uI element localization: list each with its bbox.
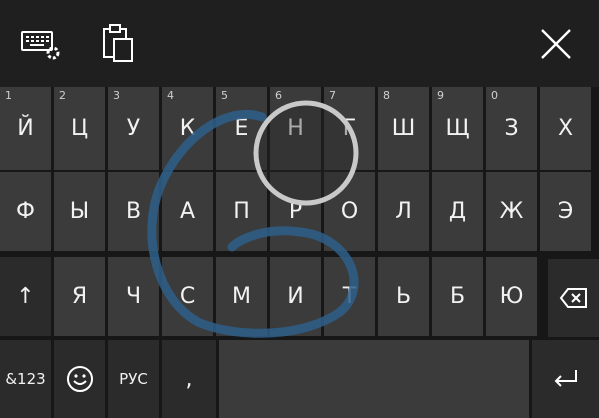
symbols-key[interactable]: &123	[0, 340, 51, 418]
letter-key[interactable]: 2Ц	[54, 87, 105, 170]
letter-key[interactable]: Ж	[486, 172, 537, 251]
key-label: А	[179, 199, 196, 224]
letter-key[interactable]: 6Н	[270, 87, 321, 170]
key-number-hint: 2	[59, 89, 66, 102]
letter-key[interactable]: 8Ш	[378, 87, 429, 170]
letter-key[interactable]: Ф	[0, 172, 51, 251]
letter-key[interactable]: 4К	[162, 87, 213, 170]
letter-key[interactable]: Т	[324, 257, 375, 336]
letter-key[interactable]: И	[270, 257, 321, 336]
key-label: У	[126, 116, 141, 141]
key-label: Щ	[445, 116, 470, 141]
key-label: К	[179, 116, 196, 141]
letter-key[interactable]: 5Е	[216, 87, 267, 170]
key-label: Н	[287, 116, 304, 141]
close-icon	[541, 29, 571, 59]
comma-key[interactable]: ,	[162, 340, 216, 418]
key-number-hint: 7	[329, 89, 336, 102]
key-label: В	[125, 199, 142, 224]
letter-key[interactable]: Я	[54, 257, 105, 336]
key-label: Р	[288, 199, 303, 224]
keyboard-settings-button[interactable]	[18, 22, 66, 66]
key-label: Х	[557, 116, 574, 141]
letter-key[interactable]: Ы	[54, 172, 105, 251]
letter-key[interactable]: С	[162, 257, 213, 336]
letter-key[interactable]: 1Й	[0, 87, 51, 170]
keyboard-settings-icon	[21, 31, 60, 60]
key-number-hint: 6	[275, 89, 282, 102]
letter-key[interactable]: 3У	[108, 87, 159, 170]
letter-key[interactable]: 9Щ	[432, 87, 483, 170]
clipboard-button[interactable]	[96, 22, 140, 66]
enter-key[interactable]	[532, 340, 599, 418]
key-label: Э	[557, 199, 574, 224]
letter-key[interactable]: Д	[432, 172, 483, 251]
letter-key[interactable]: Б	[432, 257, 483, 336]
key-label: Б	[449, 284, 466, 309]
key-label: О	[340, 199, 359, 224]
clipboard-icon	[103, 24, 133, 62]
letter-key[interactable]: О	[324, 172, 375, 251]
key-number-hint: 9	[437, 89, 444, 102]
letter-key[interactable]: Э	[540, 172, 591, 251]
key-label: Т	[342, 284, 357, 309]
key-label: Ш	[391, 116, 416, 141]
close-button[interactable]	[532, 22, 580, 66]
key-label: Е	[234, 116, 249, 141]
key-label: Л	[395, 199, 412, 224]
key-label: Я	[71, 284, 88, 309]
emoji-key[interactable]	[54, 340, 105, 418]
key-number-hint: 8	[383, 89, 390, 102]
letter-key[interactable]: 7Г	[324, 87, 375, 170]
keyboard-toolbar	[0, 0, 599, 87]
key-label: ↑	[16, 284, 35, 309]
key-label: З	[504, 116, 519, 141]
key-label: Й	[17, 116, 34, 141]
key-label: Ь	[395, 284, 412, 309]
emoji-icon	[66, 366, 93, 392]
key-label: Ц	[70, 116, 89, 141]
letter-key[interactable]: П	[216, 172, 267, 251]
letter-key[interactable]: Х	[540, 87, 591, 170]
key-label: И	[287, 284, 304, 309]
key-label: Ж	[499, 199, 524, 224]
shift-key[interactable]: ↑	[0, 257, 51, 336]
language-label: РУС	[119, 370, 148, 388]
key-number-hint: 3	[113, 89, 120, 102]
backspace-key[interactable]	[548, 259, 599, 337]
key-label: Ы	[69, 199, 90, 224]
comma-label: ,	[185, 366, 193, 392]
key-number-hint: 1	[5, 89, 12, 102]
key-label: П	[233, 199, 250, 224]
letter-key[interactable]: М	[216, 257, 267, 336]
key-label: М	[232, 284, 251, 309]
keyboard: 1 Й 2 Ц 3 У 4 К 5 Е 6 Н 7 Г 8 Ш 9 Щ 0 З Х Ф Ы В А П Р О Л Д Ж Э ↑ Я Ч С М И Т Ь…	[0, 87, 599, 418]
letter-key[interactable]: Л	[378, 172, 429, 251]
enter-icon	[554, 370, 577, 387]
key-label: Ч	[125, 284, 142, 309]
letter-key[interactable]: 0З	[486, 87, 537, 170]
letter-key[interactable]: А	[162, 172, 213, 251]
space-key[interactable]	[219, 340, 529, 418]
key-number-hint: 4	[167, 89, 174, 102]
letter-key[interactable]: Р	[270, 172, 321, 251]
key-number-hint: 0	[491, 89, 498, 102]
letter-key[interactable]: Ь	[378, 257, 429, 336]
key-label: Ю	[499, 284, 524, 309]
key-label: Д	[448, 199, 467, 224]
key-label: С	[179, 284, 196, 309]
letter-key[interactable]: В	[108, 172, 159, 251]
letter-key[interactable]: Ч	[108, 257, 159, 336]
symbols-label: &123	[5, 370, 46, 388]
backspace-icon	[559, 288, 587, 308]
key-label: Г	[342, 116, 357, 141]
key-number-hint: 5	[221, 89, 228, 102]
letter-key[interactable]: Ю	[486, 257, 537, 336]
key-label: Ф	[16, 199, 35, 224]
language-key[interactable]: РУС	[108, 340, 159, 418]
